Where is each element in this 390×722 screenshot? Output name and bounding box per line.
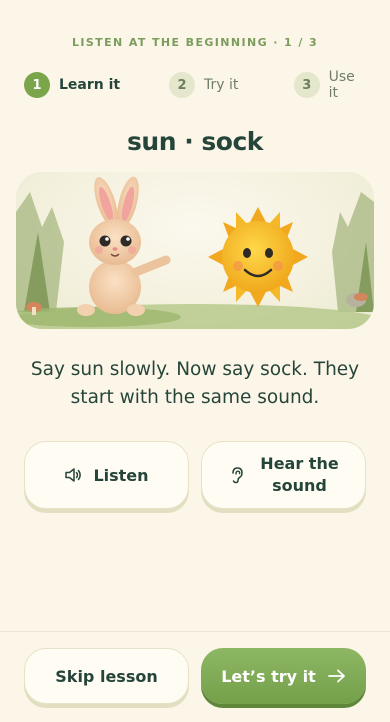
bunny-illustration: [77, 176, 171, 316]
hear-sound-button-label: Hear the sound: [260, 454, 339, 495]
step-label: Learn it: [59, 77, 121, 93]
step-try-it[interactable]: 2 Try it: [169, 72, 238, 98]
skip-lesson-label: Skip lesson: [55, 666, 158, 686]
step-label: Use it: [328, 69, 355, 101]
lesson-title: sun · sock: [127, 127, 263, 156]
hear-sound-button[interactable]: Hear the sound: [201, 441, 366, 509]
speaker-icon: [64, 467, 82, 483]
lets-try-it-button[interactable]: Let’s try it: [201, 648, 366, 704]
lets-try-it-label: Let’s try it: [221, 666, 316, 686]
step-use-it[interactable]: 3 Use it: [294, 69, 368, 101]
lesson-illustration: [16, 172, 374, 329]
step-number: 1: [24, 72, 50, 98]
ear-icon: [230, 466, 244, 484]
step-number: 3: [294, 72, 320, 98]
sun-illustration: [208, 207, 308, 307]
step-learn-it[interactable]: 1 Learn it: [24, 72, 120, 98]
lesson-progress-label: LISTEN AT THE BEGINNING · 1 / 3: [71, 36, 319, 49]
arrow-right-icon: [327, 669, 346, 683]
background-scenery: [16, 192, 374, 329]
skip-lesson-button[interactable]: Skip lesson: [24, 648, 189, 704]
listen-button[interactable]: Listen: [24, 441, 189, 509]
listen-button-label: Listen: [93, 465, 149, 485]
step-number: 2: [169, 72, 195, 98]
lesson-instruction: Say sun slowly. Now say sock. They start…: [30, 359, 360, 408]
footer-divider: [0, 631, 390, 632]
step-label: Try it: [204, 77, 239, 93]
step-indicator: 1 Learn it 2 Try it 3 Use it: [24, 69, 368, 101]
